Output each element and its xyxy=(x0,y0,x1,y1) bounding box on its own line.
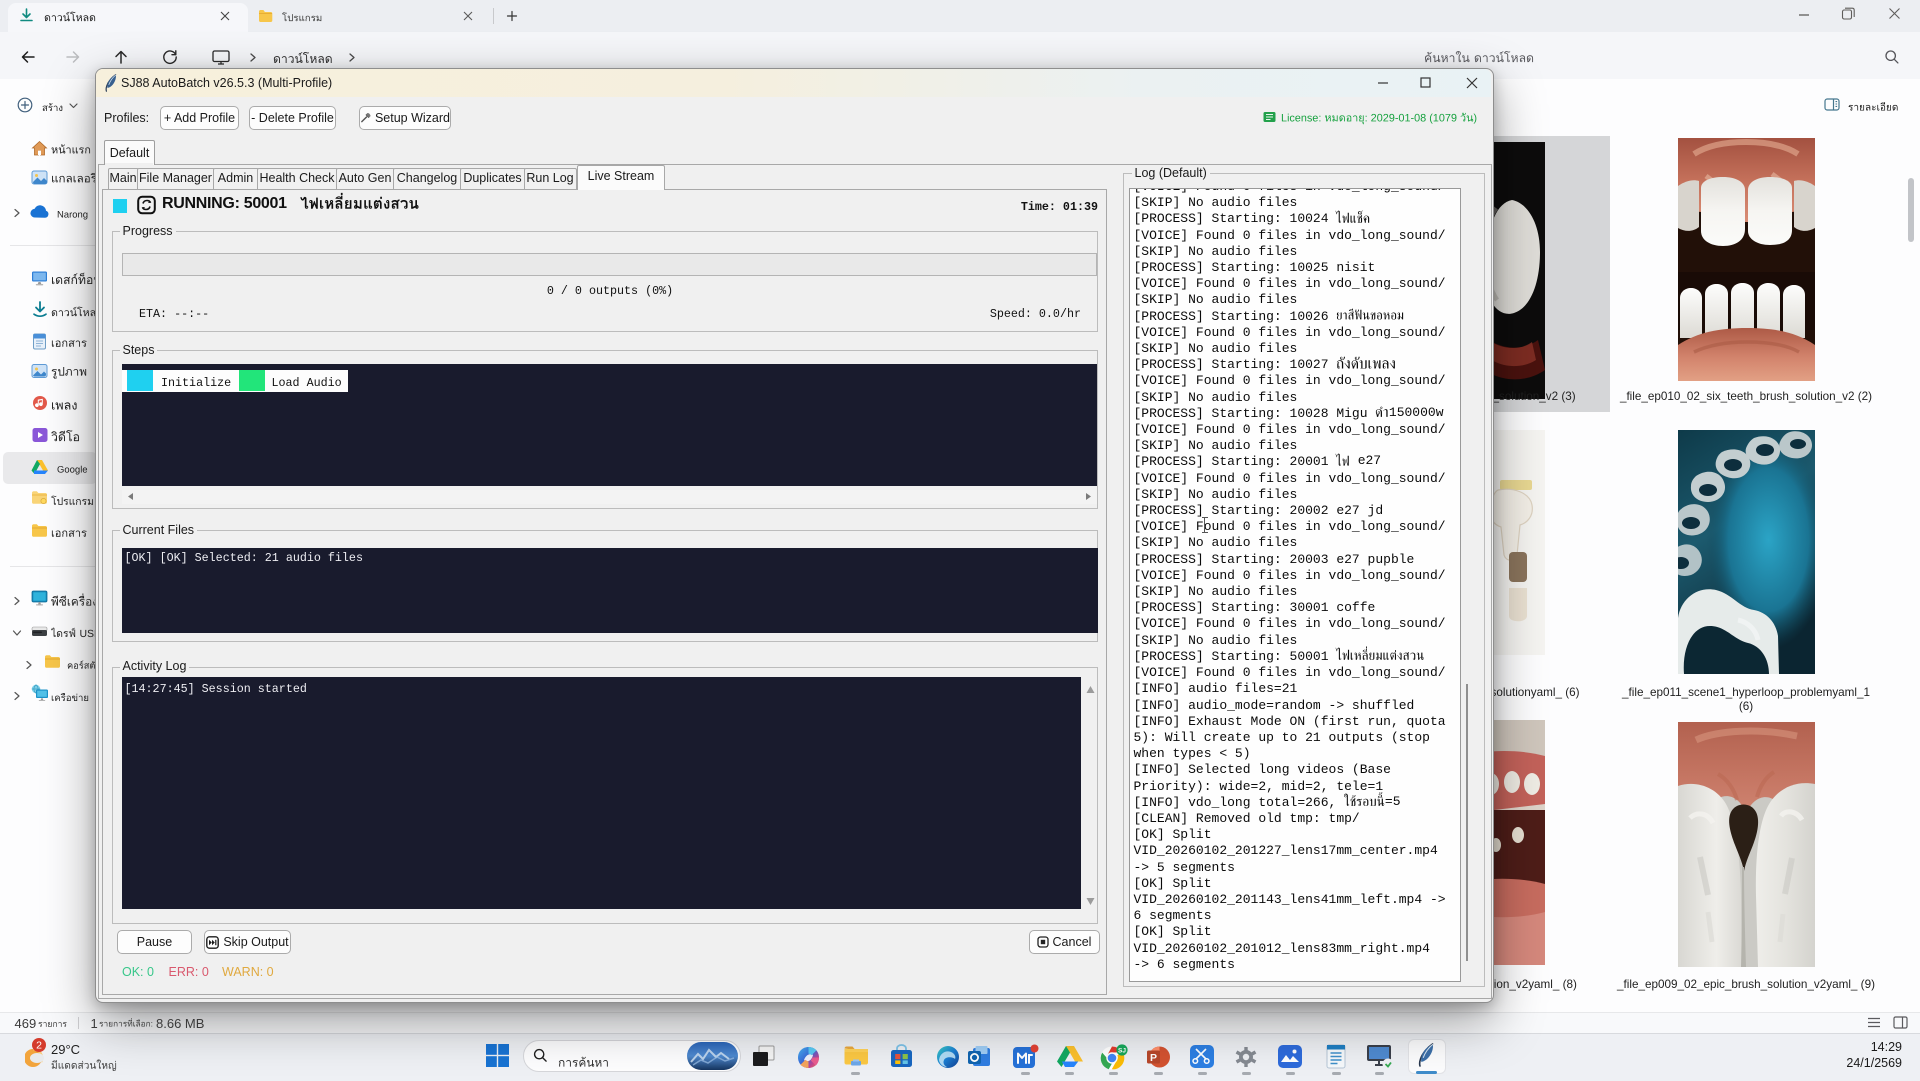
svg-text:P: P xyxy=(1150,1052,1157,1064)
svg-text:2: 2 xyxy=(36,1040,42,1052)
svg-text:SJ: SJ xyxy=(1118,1047,1126,1054)
